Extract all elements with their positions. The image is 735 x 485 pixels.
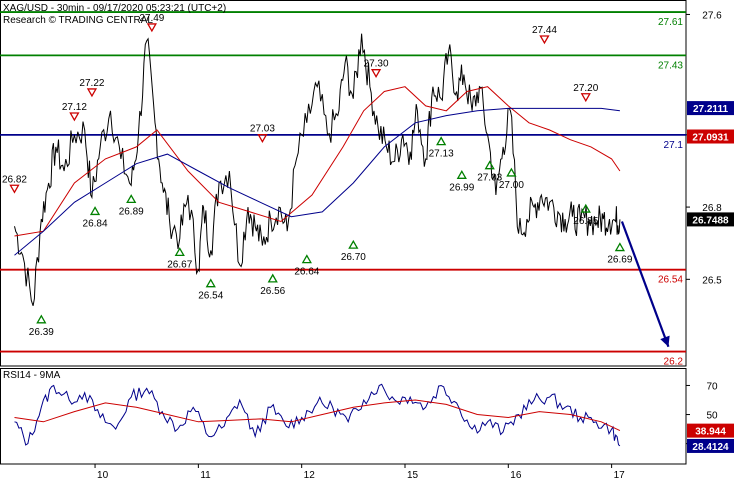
rsi-series-rsi [14,383,621,447]
low-label: 26.84 [83,218,108,229]
low-marker-icon [436,136,447,146]
low-label: 26.69 [607,255,632,266]
rsi-tag-label-ma: 38.944 [695,427,726,438]
rsi-series-ma [14,399,621,432]
series-ma_slow [14,107,620,256]
price-chart: 27.61 27.43 27.1 26.54 26.2 26.82 26.39 27.12 2… [0,0,734,481]
low-label: 26.70 [341,252,366,263]
low-marker-icon [126,194,137,204]
low-label: 26.56 [260,286,285,297]
x-tick-label: 15 [407,470,419,480]
level-label-resistance: 27.43 [658,60,683,71]
high-label: 27.22 [79,78,104,89]
low-marker-icon [484,160,495,170]
rsi-panel-title: RSI14 - 9MA [3,370,61,381]
level-label-pivot: 27.1 [664,140,684,151]
chart-subtitle: Research © TRADING CENTRAL [3,15,153,26]
series-price [14,33,621,306]
low-marker-icon [348,239,359,249]
low-marker-icon [506,167,517,177]
high-marker-icon [69,112,80,122]
low-label: 26.99 [449,182,474,193]
high-marker-icon [539,35,550,45]
high-label: 27.12 [62,102,87,113]
chart-title: XAG/USD - 30min - 09/17/2020 05:23:21 (U… [3,3,226,14]
low-label: 27.00 [499,180,524,191]
low-marker-icon [267,273,278,283]
low-marker-icon [36,314,47,324]
x-tick-label: 11 [200,470,211,480]
low-marker-icon [205,278,216,288]
x-tick-label: 16 [510,470,522,480]
low-marker-icon [174,247,185,257]
price-tag-label-price: 26.7488 [692,215,729,226]
high-marker-icon [580,93,591,103]
price-y-tick-label: 27.6 [702,10,722,21]
high-label: 27.44 [532,25,557,36]
low-label: 26.67 [167,259,192,270]
high-label: 27.30 [364,59,389,70]
series-ma_fast [14,86,621,237]
rsi-y-tick-label: 70 [706,381,718,392]
low-label: 27.13 [429,149,454,160]
x-tick-label: 12 [304,470,316,480]
x-tick-label: 17 [614,470,626,480]
high-label: 27.20 [573,83,598,94]
level-label-resistance: 27.61 [658,17,683,28]
price-tag-label-ma_fast: 27.0931 [692,133,729,144]
level-label-support: 26.2 [664,357,684,368]
high-label: 26.82 [2,174,27,185]
chart-area: 27.61 27.43 27.1 26.54 26.2 26.82 26.39 27.12 2… [0,0,735,481]
low-marker-icon [456,170,467,179]
low-marker-icon [614,242,625,252]
high-marker-icon [370,69,382,78]
low-label: 26.39 [29,327,54,338]
price-y-tick-label: 26.5 [702,275,722,286]
rsi-y-tick-label: 50 [706,411,718,422]
rsi-tag-label-rsi: 28.4124 [692,442,729,453]
low-label: 26.85 [573,216,598,227]
low-marker-icon [89,206,101,216]
high-marker-icon [86,88,98,98]
low-marker-icon [301,254,312,264]
x-tick-label: 10 [97,470,109,480]
high-marker-icon [9,184,20,194]
low-label: 26.64 [294,267,319,278]
low-label: 26.89 [119,206,144,217]
low-label: 26.54 [198,291,223,302]
high-label: 27.03 [250,124,275,135]
price-tag-label-ma_slow: 27.2111 [693,104,728,115]
level-label-support: 26.54 [658,275,683,286]
high-marker-icon [257,134,268,144]
